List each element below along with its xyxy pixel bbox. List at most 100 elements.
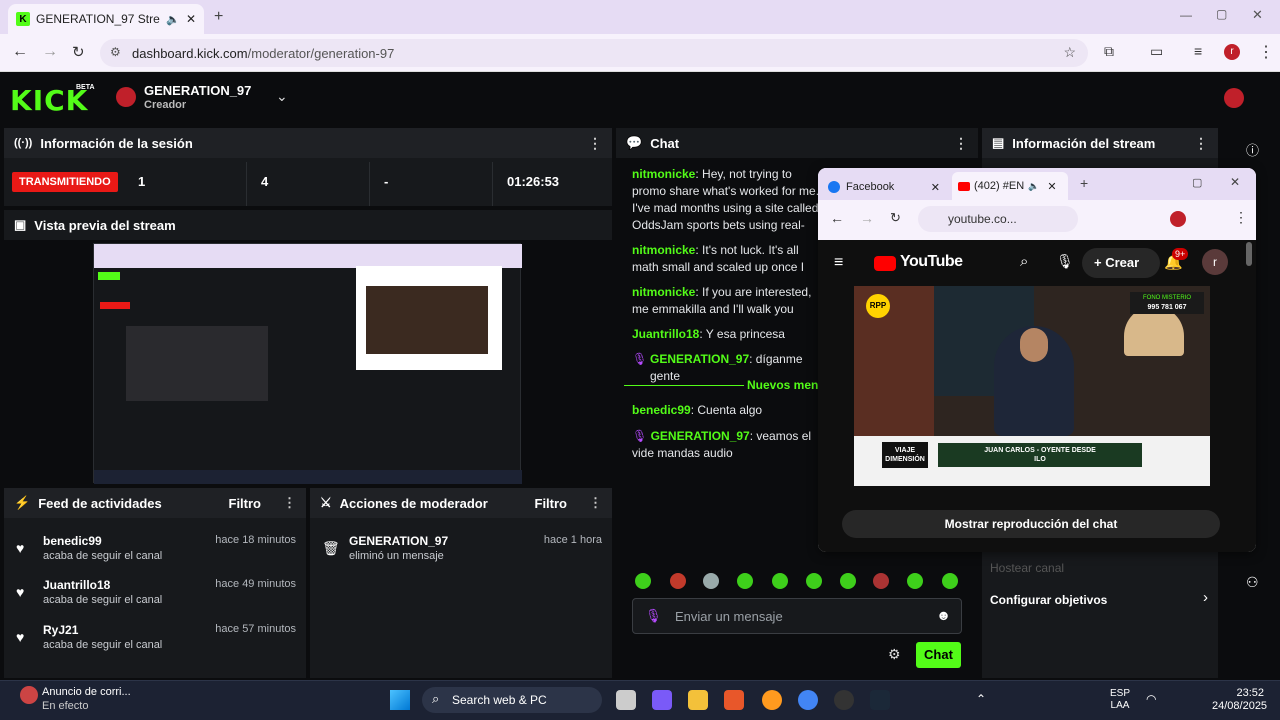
list-item[interactable]: ♥ Juantrillo18 acaba de seguir el canal … xyxy=(14,578,296,618)
chat-message[interactable]: nitmonicke: If you are interested, me em… xyxy=(632,284,822,318)
list-item[interactable]: ♥ benedic99 acaba de seguir el canal hac… xyxy=(14,534,296,574)
profile-avatar[interactable]: r xyxy=(1224,44,1240,60)
chat-user[interactable]: nitmonicke xyxy=(632,285,695,299)
site-info-icon[interactable]: ⚙ xyxy=(110,45,121,59)
follower-name[interactable]: RyJ21 xyxy=(43,623,78,637)
chat-message[interactable]: 🎙 GENERATION_97: veamos el vide mandas a… xyxy=(632,428,818,462)
popup-menu-icon[interactable]: ⋮ xyxy=(1234,209,1248,226)
extensions-icon[interactable]: ⧉ xyxy=(1104,43,1114,60)
close-window-icon[interactable]: ✕ xyxy=(1252,7,1263,23)
collab-icon[interactable]: ⚇ xyxy=(1246,574,1259,591)
chat-message[interactable]: nitmonicke: Hey, not trying to promo sha… xyxy=(632,166,822,234)
follower-name[interactable]: benedic99 xyxy=(43,534,102,548)
youtube-video-player[interactable]: RPP FONO MISTERIO 995 781 067 VIAJE DIME… xyxy=(854,286,1210,486)
chat-send-button[interactable]: Chat xyxy=(916,642,961,668)
app-icon[interactable] xyxy=(724,690,744,710)
windows-start-icon[interactable] xyxy=(390,690,410,710)
youtube-logo-text[interactable]: YouTube xyxy=(900,253,963,271)
stream-preview-video[interactable] xyxy=(93,243,522,484)
browser-icon[interactable] xyxy=(762,690,782,710)
new-tab-button[interactable]: + xyxy=(214,8,223,26)
chat-message[interactable]: benedic99: Cuenta algo xyxy=(632,402,822,419)
url-field[interactable]: ⚙ dashboard.kick.com/moderator/generatio… xyxy=(100,39,1088,67)
tab-close-icon[interactable]: ✕ xyxy=(931,181,940,194)
maximize-icon[interactable]: ▢ xyxy=(1216,7,1227,21)
emote-icon[interactable] xyxy=(907,573,923,589)
chat-menu-icon[interactable]: ⋮ xyxy=(954,135,968,152)
clock[interactable]: 23:52 24/08/2025 xyxy=(1212,687,1267,713)
chat-user[interactable]: benedic99 xyxy=(632,403,691,417)
emote-icon[interactable] xyxy=(703,573,719,589)
configure-goals-item[interactable]: Configurar objetivos › xyxy=(990,589,1212,611)
reload-icon[interactable]: ↻ xyxy=(72,43,85,61)
emote-icon[interactable] xyxy=(806,573,822,589)
chat-message[interactable]: Juantrillo18: Y esa princesa xyxy=(632,326,822,343)
obs-icon[interactable] xyxy=(834,690,854,710)
chat-user[interactable]: nitmonicke xyxy=(632,167,695,181)
steam-icon[interactable] xyxy=(870,690,890,710)
popup-tab-youtube[interactable]: (402) #EN 🔈 ✕ xyxy=(952,172,1068,200)
user-avatar[interactable] xyxy=(1224,88,1244,108)
chat-user[interactable]: Juantrillo18 xyxy=(632,327,699,341)
popup-new-tab-icon[interactable]: + xyxy=(1080,175,1088,191)
stream-info-menu-icon[interactable]: ⋮ xyxy=(1194,135,1208,152)
chat-input[interactable]: 🎙 Enviar un mensaje ☻ xyxy=(632,598,962,634)
emote-icon[interactable] xyxy=(942,573,958,589)
emote-icon[interactable] xyxy=(873,573,889,589)
chat-user[interactable]: nitmonicke xyxy=(632,243,695,257)
create-button[interactable]: + Crear xyxy=(1082,248,1160,278)
tab-close-icon[interactable]: ✕ xyxy=(186,12,196,26)
bookmark-star-icon[interactable]: ☆ xyxy=(1063,44,1076,61)
media-icon[interactable]: ≡ xyxy=(1194,43,1202,59)
hamburger-menu-icon[interactable]: ≡ xyxy=(834,254,843,272)
popup-forward-icon[interactable]: → xyxy=(860,210,874,226)
chat-message[interactable]: nitmonicke: It's not luck. It's all math… xyxy=(632,242,822,276)
audio-icon[interactable]: 🔈 xyxy=(1028,181,1039,192)
chrome-icon[interactable] xyxy=(798,690,818,710)
emoji-icon[interactable]: ☻ xyxy=(936,607,951,623)
voice-search-icon[interactable]: 🎙 xyxy=(1056,253,1074,270)
search-icon[interactable]: ⌕ xyxy=(1020,253,1028,270)
folder-icon[interactable] xyxy=(688,690,708,710)
tray-chevron-icon[interactable]: ⌃ xyxy=(976,692,986,706)
feed-menu-icon[interactable]: ⋮ xyxy=(283,495,296,511)
show-chat-replay-button[interactable]: Mostrar reproducción del chat xyxy=(842,510,1220,538)
popup-tab-facebook[interactable]: Facebook ✕ xyxy=(828,174,940,200)
chat-settings-icon[interactable]: ⚙ xyxy=(888,646,901,663)
chevron-down-icon[interactable]: ⌄ xyxy=(276,88,288,105)
follower-name[interactable]: Juantrillo18 xyxy=(43,578,110,592)
cast-icon[interactable]: ▭ xyxy=(1150,43,1163,60)
chat-user[interactable]: GENERATION_97 xyxy=(650,352,749,366)
emote-icon[interactable] xyxy=(737,573,753,589)
mod-menu-icon[interactable]: ⋮ xyxy=(589,495,602,511)
emote-icon[interactable] xyxy=(840,573,856,589)
feed-filter-button[interactable]: Filtro xyxy=(229,496,262,511)
mod-name[interactable]: GENERATION_97 xyxy=(349,534,448,548)
audio-icon[interactable]: 🔈 xyxy=(166,13,180,26)
popup-close-icon[interactable]: ✕ xyxy=(1230,175,1240,189)
chat-user[interactable]: GENERATION_97 xyxy=(651,429,750,443)
forward-icon[interactable]: → xyxy=(42,43,58,61)
mod-filter-button[interactable]: Filtro xyxy=(535,496,568,511)
wifi-icon[interactable]: ◠ xyxy=(1146,692,1156,706)
popup-back-icon[interactable]: ← xyxy=(830,210,844,226)
tab-close-icon[interactable]: ✕ xyxy=(1047,180,1056,193)
tab-kick[interactable]: K GENERATION_97 Stream - K 🔈 ✕ xyxy=(8,4,204,34)
taskbar-search[interactable]: ⌕ Search web & PC xyxy=(422,687,602,713)
copilot-icon[interactable] xyxy=(652,690,672,710)
back-icon[interactable]: ← xyxy=(12,43,28,61)
emote-icon[interactable] xyxy=(635,573,651,589)
notification-widget[interactable]: Anuncio de corri... En efecto xyxy=(20,686,140,716)
mod-action-item[interactable]: 🗑 GENERATION_97 eliminó un mensaje hace … xyxy=(320,534,602,574)
info-circle-icon[interactable]: ⓘ xyxy=(1246,140,1259,159)
minimize-icon[interactable]: — xyxy=(1180,8,1192,22)
emote-icon[interactable] xyxy=(772,573,788,589)
file-explorer-icon[interactable] xyxy=(616,690,636,710)
youtube-avatar[interactable]: r xyxy=(1202,249,1228,275)
language-indicator[interactable]: ESP LAA xyxy=(1110,688,1130,712)
popup-profile-avatar[interactable] xyxy=(1170,211,1186,227)
popup-scrollbar[interactable] xyxy=(1246,242,1252,266)
popup-maximize-icon[interactable]: ▢ xyxy=(1192,176,1202,189)
session-menu-icon[interactable]: ⋮ xyxy=(588,135,602,152)
popup-url-field[interactable]: youtube.co... xyxy=(918,206,1078,232)
